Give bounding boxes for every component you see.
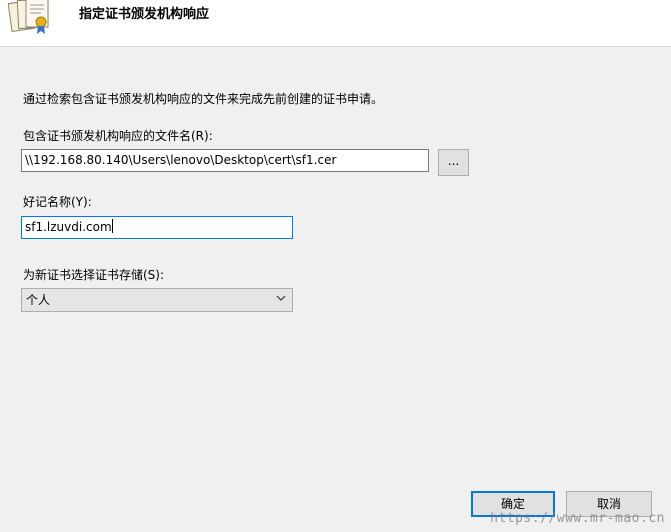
friendly-name-value: sf1.lzuvdi.com xyxy=(25,220,112,234)
cert-store-label: 为新证书选择证书存储(S): xyxy=(23,268,165,282)
certificate-icon xyxy=(8,0,49,34)
file-name-field[interactable]: \\192.168.80.140\Users\lenovo\Desktop\ce… xyxy=(21,149,429,172)
instruction-text: 通过检索包含证书颁发机构响应的文件来完成先前创建的证书申请。 xyxy=(23,92,384,106)
friendly-name-label: 好记名称(Y): xyxy=(23,195,92,209)
dialog-header: 指定证书颁发机构响应 xyxy=(0,0,671,47)
file-name-value: \\192.168.80.140\Users\lenovo\Desktop\ce… xyxy=(25,153,337,167)
page-title: 指定证书颁发机构响应 xyxy=(79,7,210,22)
browse-button[interactable]: ... xyxy=(438,149,469,176)
cert-store-value: 个人 xyxy=(26,293,51,307)
friendly-name-field[interactable]: sf1.lzuvdi.com xyxy=(21,216,293,239)
watermark-text: https://www.mr-mao.cn xyxy=(490,511,665,526)
chevron-down-icon xyxy=(276,295,286,301)
file-name-label: 包含证书颁发机构响应的文件名(R): xyxy=(23,129,213,143)
text-caret xyxy=(111,219,113,233)
cert-store-select[interactable]: 个人 xyxy=(21,288,293,312)
